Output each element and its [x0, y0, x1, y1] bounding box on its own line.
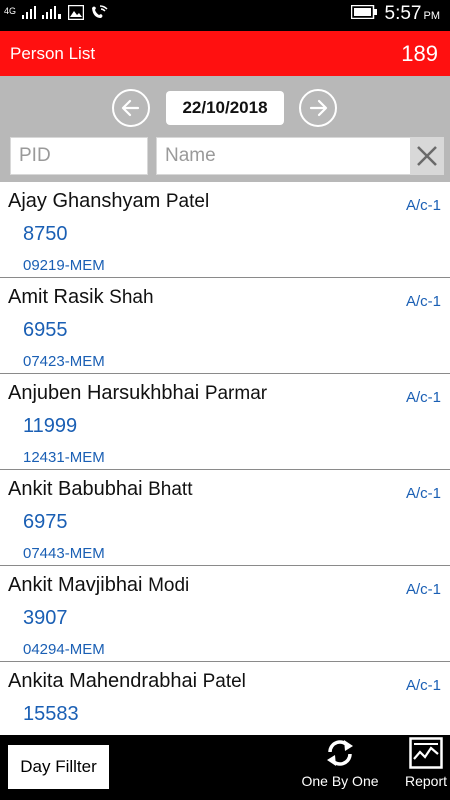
person-list: Ajay Ghanshyam Patel A/c-1 8750 09219-ME… — [0, 182, 450, 735]
one-by-one-label: One By One — [301, 773, 379, 789]
person-first-name: Ankit Mavjibhai — [8, 574, 143, 596]
person-number: 15583 — [23, 703, 79, 725]
person-first-name: Ajay Ghanshyam — [8, 190, 161, 212]
close-icon — [416, 146, 437, 166]
person-number: 3907 — [23, 607, 68, 629]
date-field[interactable]: 22/10/2018 — [166, 91, 284, 125]
account-label: A/c-1 — [405, 581, 441, 598]
day-filter-button[interactable]: Day Fillter — [8, 745, 109, 789]
bottom-bar: Day Fillter One By One Report — [0, 735, 450, 800]
report-label: Report — [404, 773, 448, 789]
one-by-one-button[interactable]: One By One — [298, 737, 382, 789]
app-bar: Person List 189 — [0, 31, 450, 76]
person-last-name: Patel — [202, 671, 246, 692]
clock: 5:57 PM — [385, 3, 440, 25]
arrow-left-icon — [121, 99, 140, 117]
arrow-right-icon — [309, 99, 328, 117]
clear-name-button[interactable] — [410, 138, 443, 174]
list-item[interactable]: Ajay Ghanshyam Patel A/c-1 8750 09219-ME… — [0, 182, 450, 278]
clock-time: 5:57 — [384, 3, 422, 24]
report-button[interactable]: Report — [401, 737, 450, 789]
account-label: A/c-1 — [405, 293, 441, 310]
person-last-name: Patel — [165, 191, 210, 212]
person-first-name: Ankit Babubhai — [8, 478, 143, 500]
person-first-name: Amit Rasik — [8, 286, 104, 308]
list-item[interactable]: Ankita Mahendrabhai Patel A/c-1 15583 — [0, 662, 450, 735]
status-bar-right: 5:57 PM — [350, 3, 440, 25]
list-item[interactable]: Ankit Mavjibhai Modi A/c-1 3907 04294-ME… — [0, 566, 450, 662]
list-item[interactable]: Amit Rasik Shah A/c-1 6955 07423-MEM — [0, 278, 450, 374]
person-name: Ankit Mavjibhai Modi — [8, 574, 189, 597]
account-label: A/c-1 — [405, 677, 441, 694]
filter-panel: 22/10/2018 — [0, 76, 450, 182]
wifi-call-icon — [90, 4, 108, 25]
account-label: A/c-1 — [405, 389, 441, 406]
person-number: 8750 — [23, 223, 68, 245]
name-search — [156, 137, 444, 175]
person-count: 189 — [401, 41, 438, 66]
account-label: A/c-1 — [405, 197, 441, 214]
person-first-name: Anjuben Harsukhbhai — [8, 382, 200, 404]
person-last-name: Shah — [109, 287, 154, 308]
page-title: Person List — [10, 44, 96, 63]
account-label: A/c-1 — [405, 485, 441, 502]
person-name: Anjuben Harsukhbhai Parmar — [8, 382, 267, 405]
person-name: Amit Rasik Shah — [8, 286, 154, 309]
list-item[interactable]: Anjuben Harsukhbhai Parmar A/c-1 11999 1… — [0, 374, 450, 470]
person-number: 6975 — [23, 511, 68, 533]
member-code: 12431-MEM — [23, 449, 105, 466]
status-bar: 4G 5:57 PM — [0, 0, 450, 31]
clock-ampm: PM — [423, 10, 441, 22]
member-code: 07423-MEM — [23, 353, 105, 370]
battery-icon — [350, 4, 377, 24]
status-bar-left: 4G — [4, 4, 108, 25]
person-last-name: Bhatt — [148, 479, 193, 500]
previous-date-button[interactable] — [112, 89, 150, 127]
member-code: 07443-MEM — [23, 545, 105, 562]
member-code: 04294-MEM — [23, 641, 105, 658]
report-chart-icon — [409, 737, 443, 769]
signal-icon — [42, 5, 62, 24]
person-name: Ankit Babubhai Bhatt — [8, 478, 192, 501]
signal-icon — [22, 5, 37, 24]
refresh-icon — [327, 740, 353, 766]
person-first-name: Ankita Mahendrabhai — [8, 670, 198, 692]
list-item[interactable]: Ankit Babubhai Bhatt A/c-1 6975 07443-ME… — [0, 470, 450, 566]
pid-search — [10, 137, 286, 175]
member-code: 09219-MEM — [23, 257, 105, 274]
next-date-button[interactable] — [299, 89, 337, 127]
image-icon — [67, 4, 85, 25]
person-name: Ankita Mahendrabhai Patel — [8, 670, 246, 693]
person-last-name: Parmar — [204, 383, 268, 404]
person-last-name: Modi — [148, 575, 190, 596]
person-number: 6955 — [23, 319, 68, 341]
person-name: Ajay Ghanshyam Patel — [8, 190, 209, 213]
network-type: 4G — [4, 5, 17, 16]
person-number: 11999 — [23, 415, 78, 437]
name-input[interactable] — [157, 138, 410, 174]
